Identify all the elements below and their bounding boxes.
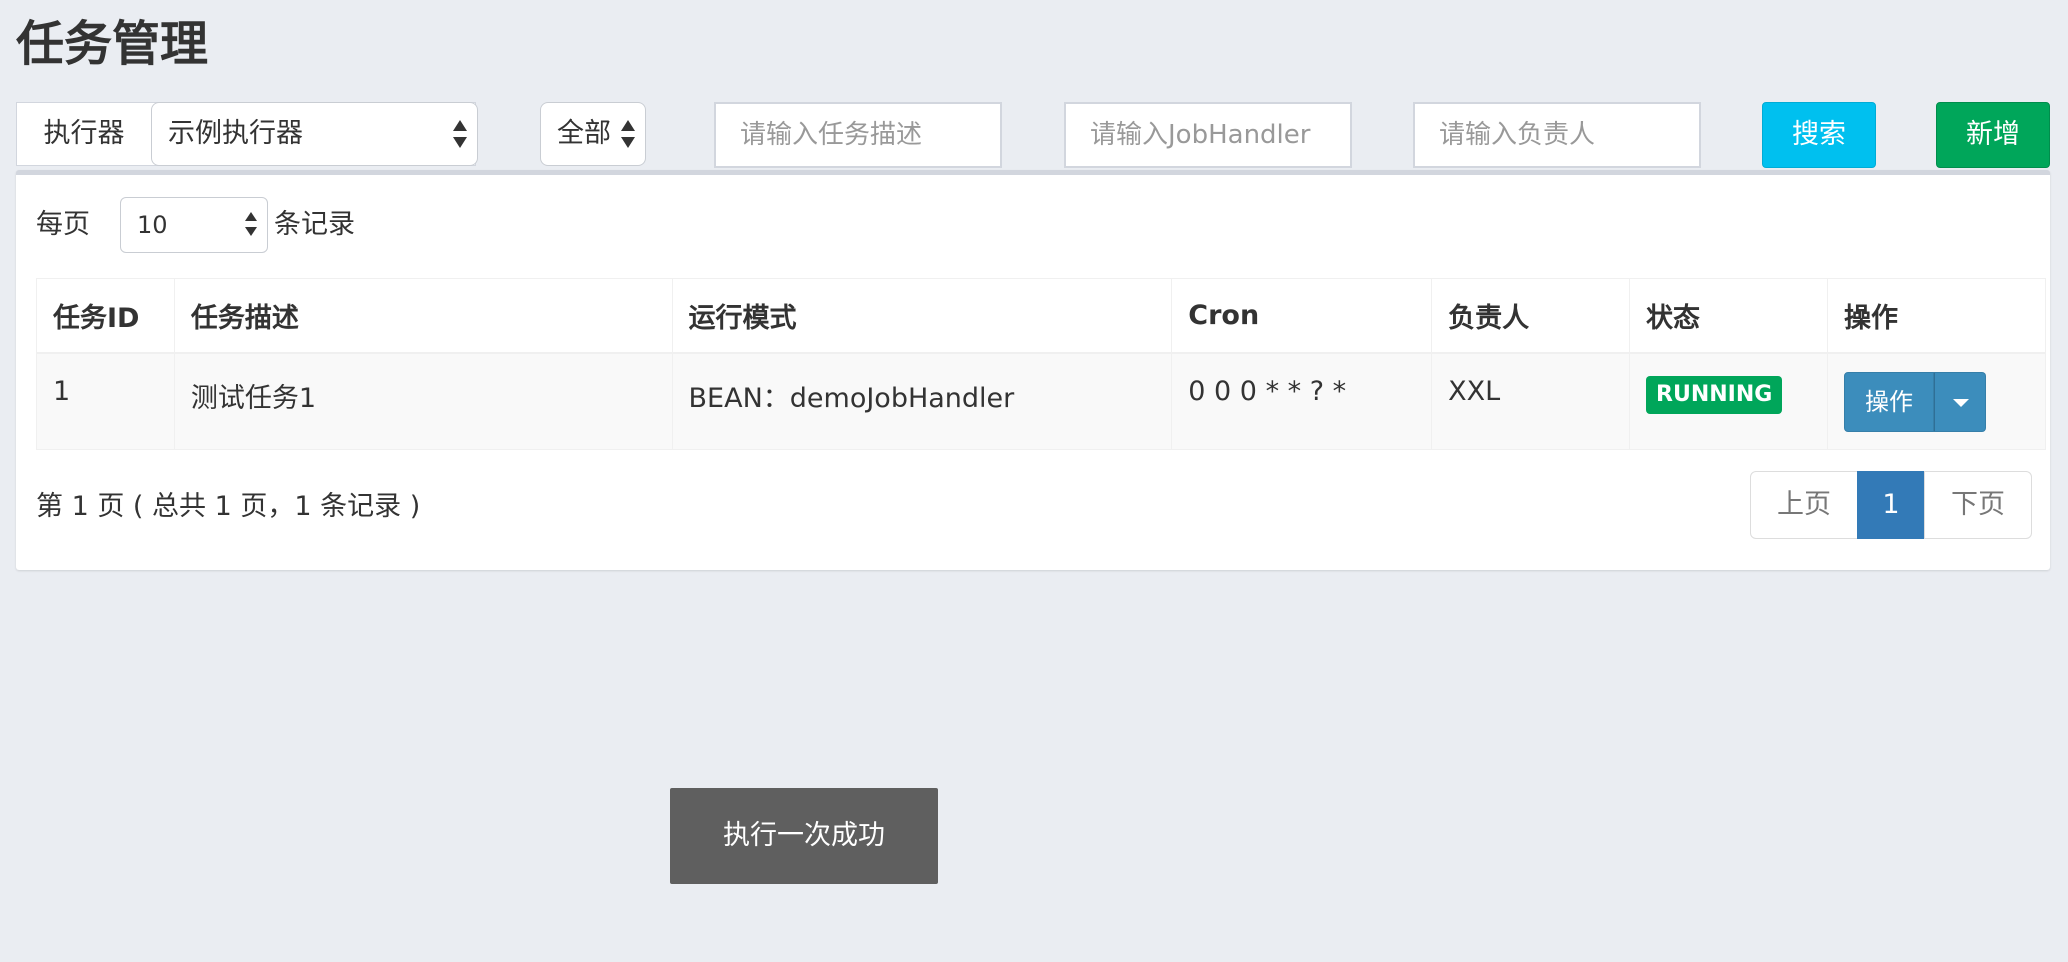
caret-down-icon[interactable] — [1933, 371, 1986, 432]
cell-mode: BEAN：demoJobHandler — [671, 352, 1173, 450]
page-length-select[interactable]: 10 — [120, 197, 268, 253]
select-arrows-icon — [621, 120, 635, 148]
pagination-info: 第 1 页 ( 总共 1 页，1 条记录 ) — [36, 491, 421, 522]
cell-desc: 测试任务1 — [173, 352, 673, 450]
status-select[interactable]: 全部 — [540, 102, 646, 166]
job-handler-input[interactable] — [1064, 102, 1352, 168]
next-page-button[interactable]: 下页 — [1924, 471, 2032, 539]
executor-label: 执行器 — [17, 103, 151, 165]
job-table: 任务ID 任务描述 运行模式 Cron 负责人 状态 操作 1 测试任务1 BE… — [36, 278, 2047, 450]
status-badge: RUNNING — [1646, 375, 1783, 414]
add-button[interactable]: 新增 — [1936, 102, 2050, 168]
toast-message: 执行一次成功 — [670, 788, 938, 884]
select-arrows-icon — [245, 212, 257, 236]
search-button[interactable]: 搜索 — [1762, 102, 1876, 168]
column-header-id[interactable]: 任务ID — [36, 278, 175, 354]
executor-group: 执行器 示例执行器 — [16, 102, 478, 166]
cell-id: 1 — [36, 352, 175, 450]
table-row: 1 测试任务1 BEAN：demoJobHandler 0 0 0 * * ? … — [36, 352, 2047, 450]
status-select-value: 全部 — [557, 118, 611, 149]
column-header-actions: 操作 — [1826, 278, 2047, 354]
action-button[interactable]: 操作 — [1843, 371, 1934, 432]
table-header-row: 任务ID 任务描述 运行模式 Cron 负责人 状态 操作 — [36, 278, 2047, 354]
cell-cron: 0 0 0 * * ? * — [1171, 352, 1433, 450]
column-header-desc[interactable]: 任务描述 — [173, 278, 673, 354]
page-1-button[interactable]: 1 — [1857, 471, 1925, 539]
executor-select[interactable]: 示例执行器 — [151, 102, 478, 166]
per-page-prefix: 每页 — [36, 209, 90, 240]
cell-status: RUNNING — [1629, 352, 1828, 450]
column-header-cron[interactable]: Cron — [1171, 278, 1433, 354]
author-input[interactable] — [1413, 102, 1701, 168]
cell-author: XXL — [1431, 352, 1631, 450]
job-list-panel: 每页 10 条记录 任务ID 任务描述 运行模式 Cron 负责人 状态 操作 … — [16, 170, 2050, 570]
column-header-author[interactable]: 负责人 — [1431, 278, 1631, 354]
filter-bar: 执行器 示例执行器 全部 搜索 新增 — [0, 0, 2068, 180]
executor-select-value: 示例执行器 — [168, 118, 303, 149]
prev-page-button[interactable]: 上页 — [1750, 471, 1858, 539]
page-length-value: 10 — [137, 211, 168, 239]
job-desc-input[interactable] — [714, 102, 1002, 168]
action-button-group: 操作 — [1843, 371, 1986, 432]
column-header-status[interactable]: 状态 — [1629, 278, 1828, 354]
column-header-mode[interactable]: 运行模式 — [671, 278, 1173, 354]
select-arrows-icon — [453, 120, 467, 148]
per-page-suffix: 条记录 — [274, 209, 355, 240]
cell-actions: 操作 — [1826, 352, 2047, 450]
